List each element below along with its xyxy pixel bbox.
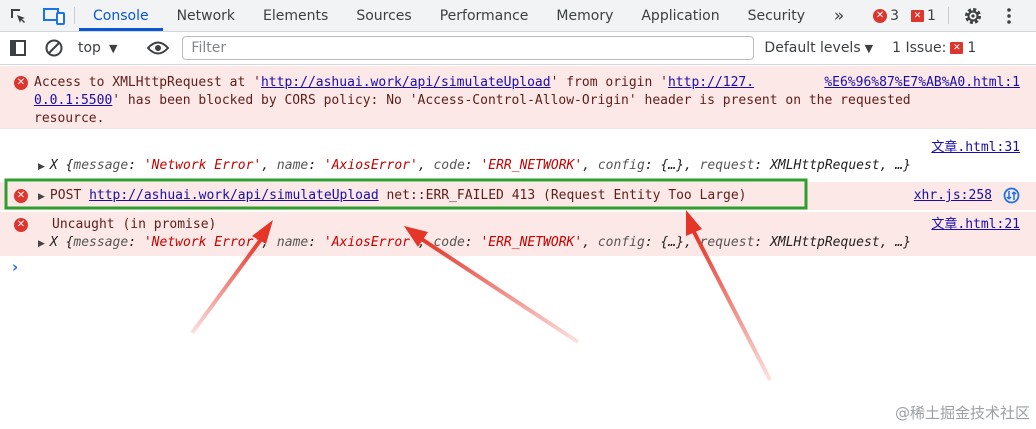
issues-count: 1: [967, 40, 977, 56]
issue-count: 1: [927, 7, 936, 24]
cors-origin-url-link-cont[interactable]: 0.0.1:5500: [34, 93, 112, 108]
network-request-icon[interactable]: [1003, 187, 1020, 210]
chevron-down-icon: ▼: [864, 41, 874, 55]
chevron-down-icon: ▼: [108, 41, 118, 55]
error-icon: ✕: [14, 76, 28, 90]
device-toolbar-icon[interactable]: [36, 0, 72, 31]
error-icon: ✕: [14, 218, 28, 232]
tab-security[interactable]: Security: [734, 0, 820, 31]
xhr-source-link[interactable]: xhr.js:258: [914, 187, 992, 205]
uncaught-text: Uncaught (in promise): [52, 217, 217, 232]
cors-line-2: 0.0.1:5500' has been blocked by CORS pol…: [34, 93, 911, 108]
live-expression-eye-icon[interactable]: [140, 40, 176, 56]
error-icon: ✕: [873, 8, 888, 23]
clear-console-icon[interactable]: [36, 38, 72, 58]
tab-console[interactable]: Console: [79, 0, 163, 31]
expand-triangle-icon[interactable]: ▶: [38, 239, 45, 249]
post-url-link[interactable]: http://ashuai.work/api/simulateUpload: [89, 188, 379, 203]
context-label: top: [78, 40, 101, 56]
console-message-axios-error: 文章.html:31 ▶ X {message: 'Network Error',…: [0, 128, 1036, 180]
log-levels-dropdown[interactable]: Default levels ▼: [764, 40, 873, 56]
axios-error-object[interactable]: ▶ X {message: 'Network Error', name: 'Axi…: [38, 157, 1022, 176]
error-icon: ✕: [14, 189, 28, 203]
cors-line-3: resource.: [34, 111, 105, 126]
issues-button[interactable]: 1 Issue: ✕ 1: [892, 40, 976, 56]
cors-origin-url-link[interactable]: http://127.: [668, 75, 754, 90]
cors-source-link[interactable]: %E6%96%87%E7%AB%A0.html:1: [824, 74, 1020, 92]
uncaught-source-link[interactable]: 文章.html:21: [931, 216, 1020, 234]
tab-elements[interactable]: Elements: [249, 0, 342, 31]
tab-network[interactable]: Network: [163, 0, 249, 31]
kebab-menu-icon[interactable]: [991, 0, 1027, 31]
more-tabs-button[interactable]: »: [819, 0, 859, 31]
inspect-element-icon[interactable]: [0, 0, 36, 31]
tab-sources[interactable]: Sources: [342, 0, 425, 31]
post-error-text: net::ERR_FAILED 413 (Request Entity Too …: [386, 188, 747, 203]
filter-input[interactable]: [182, 36, 755, 60]
error-count: 3: [890, 7, 900, 24]
settings-gear-icon[interactable]: [955, 0, 991, 31]
uncaught-error-object[interactable]: ▶ X {message: 'Network Error', name: 'Axi…: [38, 234, 1022, 253]
expand-triangle-icon[interactable]: ▶: [38, 192, 45, 202]
log-levels-label: Default levels: [764, 40, 861, 56]
context-selector[interactable]: top ▼: [72, 40, 127, 56]
toolbar-separator: [947, 7, 949, 24]
console-prompt-chevron[interactable]: ›: [12, 258, 18, 276]
issue-flag-icon: ✕: [911, 9, 925, 22]
expand-triangle-icon[interactable]: ▶: [38, 162, 45, 172]
axios-error-source-link[interactable]: 文章.html:31: [931, 139, 1020, 157]
post-method: POST: [49, 188, 82, 203]
console-toolbar: top ▼ Default levels ▼ 1 Issue: ✕ 1: [0, 32, 1036, 65]
issue-counter[interactable]: ✕ 1: [905, 0, 942, 31]
tab-memory[interactable]: Memory: [542, 0, 627, 31]
watermark: @稀土掘金技术社区: [894, 404, 1030, 422]
console-message-uncaught: ✕ Uncaught (in promise) 文章.html:21 ▶ X {m…: [0, 212, 1036, 256]
issue-flag-icon: ✕: [950, 42, 964, 54]
tab-performance[interactable]: Performance: [426, 0, 543, 31]
console-message-cors-error: ✕ Access to XMLHttpRequest at 'http://as…: [0, 66, 1036, 128]
console-messages: ✕ Access to XMLHttpRequest at 'http://as…: [0, 66, 1036, 256]
devtools-tab-bar: Console Network Elements Sources Perform…: [0, 0, 1036, 32]
issues-label: 1 Issue:: [892, 40, 947, 56]
tab-application[interactable]: Application: [627, 0, 733, 31]
sidebar-toggle-icon[interactable]: [0, 39, 36, 57]
error-counter[interactable]: ✕ 3: [867, 0, 905, 31]
toolbar-separator: [74, 7, 75, 24]
console-message-post-failed: ✕ ▶ POST http://ashuai.work/api/simulateU…: [0, 182, 1036, 210]
cors-request-url-link[interactable]: http://ashuai.work/api/simulateUpload: [261, 75, 551, 90]
